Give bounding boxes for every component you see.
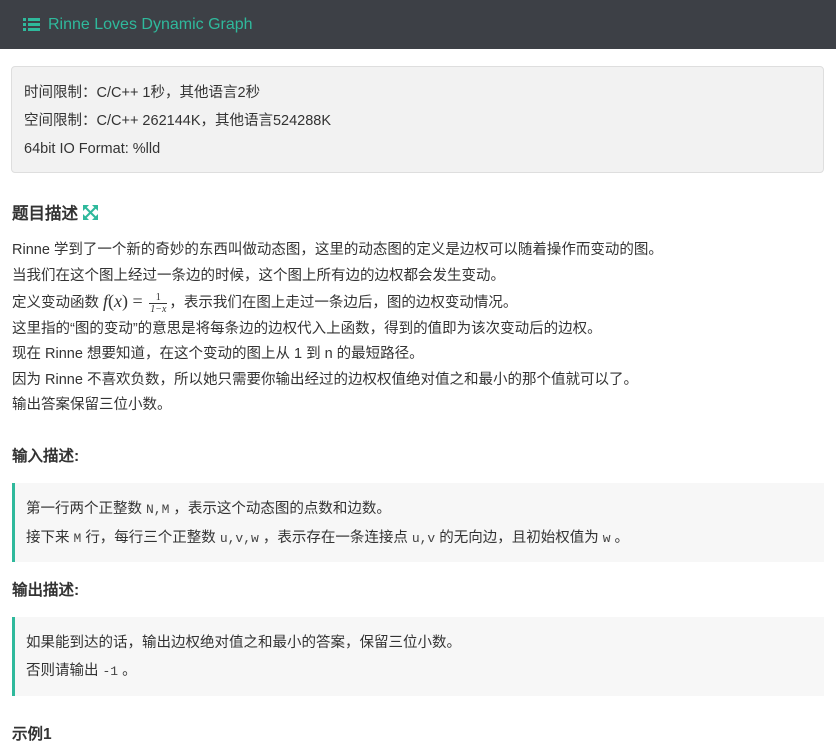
description-line: Rinne 学到了一个新的奇妙的东西叫做动态图，这里的动态图的定义是边权可以随着…	[12, 242, 663, 258]
description-line: 当我们在这个图上经过一条边的时候，这个图上所有边的边权都会发生变动。	[12, 267, 505, 284]
space-limit: 空间限制：C/C++ 262144K，其他语言524288K	[24, 113, 332, 129]
input-block: 第一行两个正整数 N,M ，表示这个动态图的点数和边数。 接下来 M 行，每行三个正整数…	[12, 482, 824, 562]
output-line: 如果能到达的话，输出边权绝对值之和最小的答案，保留三位小数。	[26, 634, 461, 651]
formula-fraction: 1 1−x	[149, 291, 168, 315]
limits-box: 时间限制：C/C++ 1秒，其他语言2秒 空间限制：C/C++ 262144K，…	[11, 66, 824, 173]
description-heading: 题目描述	[12, 200, 824, 224]
description-body: Rinne 学到了一个新的奇妙的东西叫做动态图，这里的动态图的定义是边权可以随着…	[12, 238, 824, 419]
description-line: 这里指的“图的变动”的意思是将每条边的边权代入上函数，得到的值即为该次变动后的边…	[12, 320, 602, 337]
input-heading: 输入描述:	[12, 447, 80, 465]
description-line-formula: 定义变动函数 f(x) = 1 1−x ，表示我们在图上走过一条边后，图的边权变动情…	[12, 291, 518, 315]
input-line: 第一行两个正整数 N,M ，表示这个动态图的点数和边数。	[26, 500, 391, 517]
input-line: 接下来 M 行，每行三个正整数 u,v,w ，表示存在一条连接点 u,v 的无向边，且初始权…	[26, 529, 630, 546]
io-format: 64bit IO Format: %lld	[24, 141, 161, 157]
output-heading: 输出描述:	[12, 581, 80, 599]
description-line: 现在 Rinne 想要知道，在这个变动的图上从 1 到 n 的最短路径。	[12, 346, 424, 362]
formula: f(x) =	[103, 291, 148, 311]
example-heading: 示例1	[12, 725, 52, 743]
time-limit: 时间限制：C/C++ 1秒，其他语言2秒	[24, 85, 261, 101]
expand-icon[interactable]	[83, 204, 98, 220]
output-block: 如果能到达的话，输出边权绝对值之和最小的答案，保留三位小数。 否则请输出 -1。	[12, 616, 824, 696]
list-icon	[23, 18, 40, 31]
top-bar: Rinne Loves Dynamic Graph	[0, 0, 836, 49]
problem-title[interactable]: Rinne Loves Dynamic Graph	[48, 16, 253, 34]
description-heading-text: 题目描述	[12, 205, 78, 223]
description-line: 输出答案保留三位小数。	[12, 397, 172, 413]
description-line: 因为 Rinne 不喜欢负数，所以她只需要你输出经过的边权权值绝对值之和最小的那…	[12, 371, 638, 388]
output-line: 否则请输出 -1。	[26, 662, 137, 679]
